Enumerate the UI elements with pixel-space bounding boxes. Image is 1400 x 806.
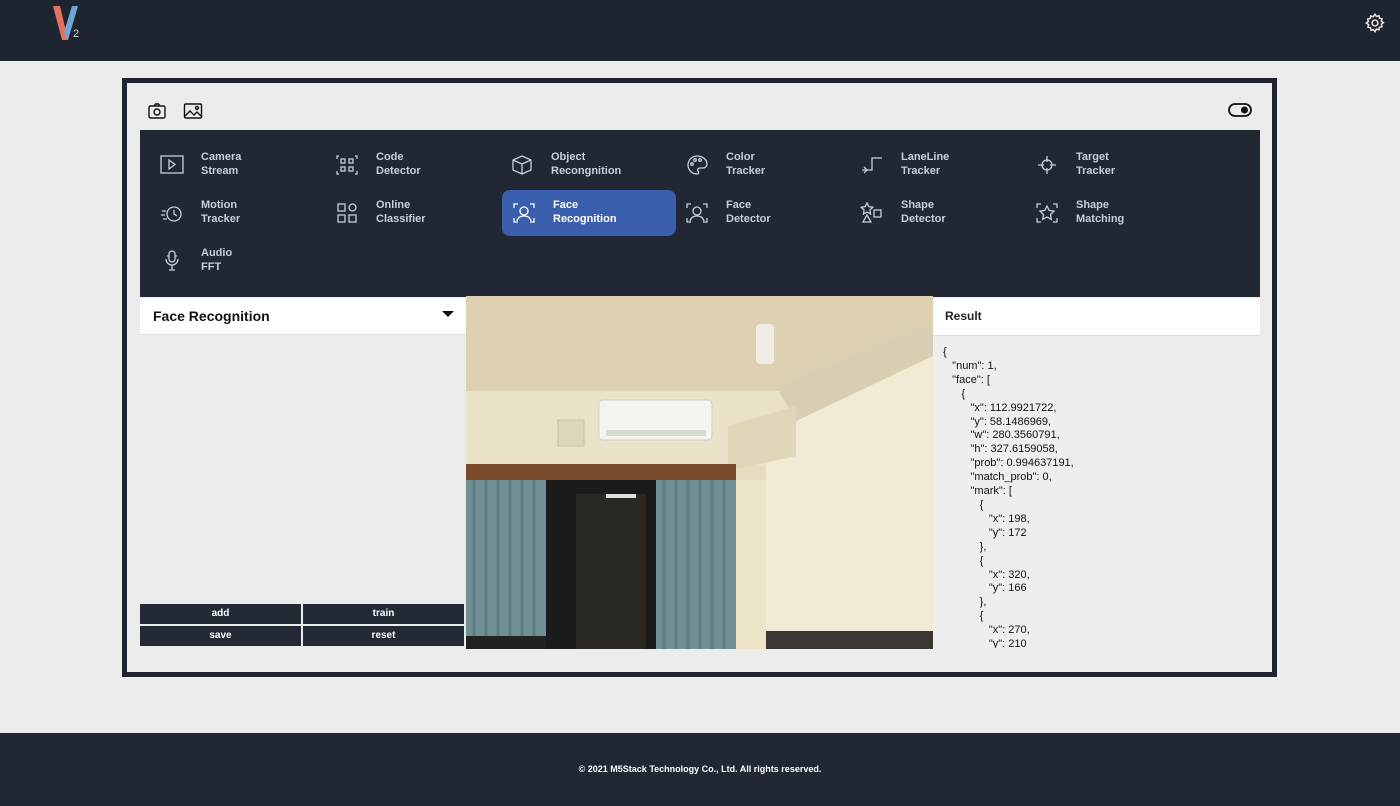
camera-icon[interactable] [147, 101, 167, 121]
menu-shape-detector[interactable]: Shape Detector [850, 190, 1024, 236]
menu-color-tracker[interactable]: Color Tracker [675, 142, 849, 188]
mode-selector[interactable]: Face Recognition [140, 298, 466, 335]
menu-code-detector[interactable]: Code Detector [325, 142, 499, 188]
result-output[interactable]: { "num": 1, "face": [ { "x": 112.9921722… [933, 336, 1260, 648]
shapes-icon [860, 202, 882, 223]
menu-label: Online Classifier [376, 199, 426, 225]
palette-icon [687, 155, 708, 175]
gear-icon[interactable] [1364, 12, 1386, 34]
menu-label: Face Detector [726, 199, 771, 225]
menu-label: Object Recongnition [551, 151, 622, 177]
menu-label: Camera Stream [201, 151, 242, 177]
menu-laneline-tracker[interactable]: LaneLine Tracker [850, 142, 1024, 188]
left-panel-body: add train save reset [140, 335, 466, 647]
shape-match-icon [1036, 203, 1058, 223]
image-icon[interactable] [183, 101, 203, 121]
menu-label: Motion Tracker [201, 199, 241, 225]
train-button[interactable]: train [303, 604, 464, 624]
menu-face-recognition[interactable]: Face Recognition [502, 190, 676, 236]
motion-icon [161, 206, 182, 222]
save-button[interactable]: save [140, 626, 301, 646]
top-bar: 2 [0, 0, 1400, 61]
qr-icon [336, 155, 358, 175]
menu-audio-fft[interactable]: Audio FFT [150, 238, 324, 284]
menu-shape-matching[interactable]: Shape Matching [1025, 190, 1199, 236]
add-button[interactable]: add [140, 604, 301, 624]
copyright-text: © 2021 M5Stack Technology Co., Ltd. All … [578, 764, 822, 774]
menu-target-tracker[interactable]: Target Tracker [1025, 142, 1199, 188]
caret-down-icon[interactable] [442, 311, 454, 317]
result-json: { "num": 1, "face": [ { "x": 112.9921722… [943, 346, 1074, 648]
face-detect-icon [686, 203, 708, 223]
function-menu: Camera Stream Code Detector Object Recon… [140, 130, 1260, 297]
logo[interactable] [50, 4, 90, 44]
grid-icon [337, 203, 357, 223]
camera-feed [466, 296, 933, 649]
mic-icon [165, 250, 179, 271]
crosshair-icon [1038, 156, 1056, 174]
toolbar [147, 101, 203, 123]
toggle-switch[interactable] [1228, 102, 1252, 118]
reset-button[interactable]: reset [303, 626, 464, 646]
menu-label: Audio FFT [201, 247, 233, 273]
menu-online-classifier[interactable]: Online Classifier [325, 190, 499, 236]
menu-label: Color Tracker [726, 151, 766, 177]
menu-label: Shape Detector [901, 199, 946, 225]
footer: © 2021 M5Stack Technology Co., Ltd. All … [0, 733, 1400, 806]
result-header: Result [933, 298, 1260, 336]
cube-icon [512, 155, 532, 175]
face-icon [513, 203, 535, 223]
menu-label: Target Tracker [1076, 151, 1116, 177]
play-icon [160, 155, 184, 174]
menu-label: Face Recognition [553, 199, 617, 225]
menu-label: LaneLine Tracker [901, 151, 950, 177]
menu-face-detector[interactable]: Face Detector [675, 190, 849, 236]
mode-title: Face Recognition [153, 308, 270, 324]
menu-motion-tracker[interactable]: Motion Tracker [150, 190, 324, 236]
result-title: Result [945, 309, 982, 323]
camera-image [466, 296, 933, 649]
main-panel: Camera Stream Code Detector Object Recon… [122, 78, 1277, 677]
menu-label: Shape Matching [1076, 199, 1125, 225]
menu-object-recognition[interactable]: Object Recongnition [500, 142, 674, 188]
logo-subscript: 2 [73, 28, 80, 40]
laneline-icon [862, 157, 882, 174]
menu-camera-stream[interactable]: Camera Stream [150, 142, 324, 188]
menu-label: Code Detector [376, 151, 421, 177]
